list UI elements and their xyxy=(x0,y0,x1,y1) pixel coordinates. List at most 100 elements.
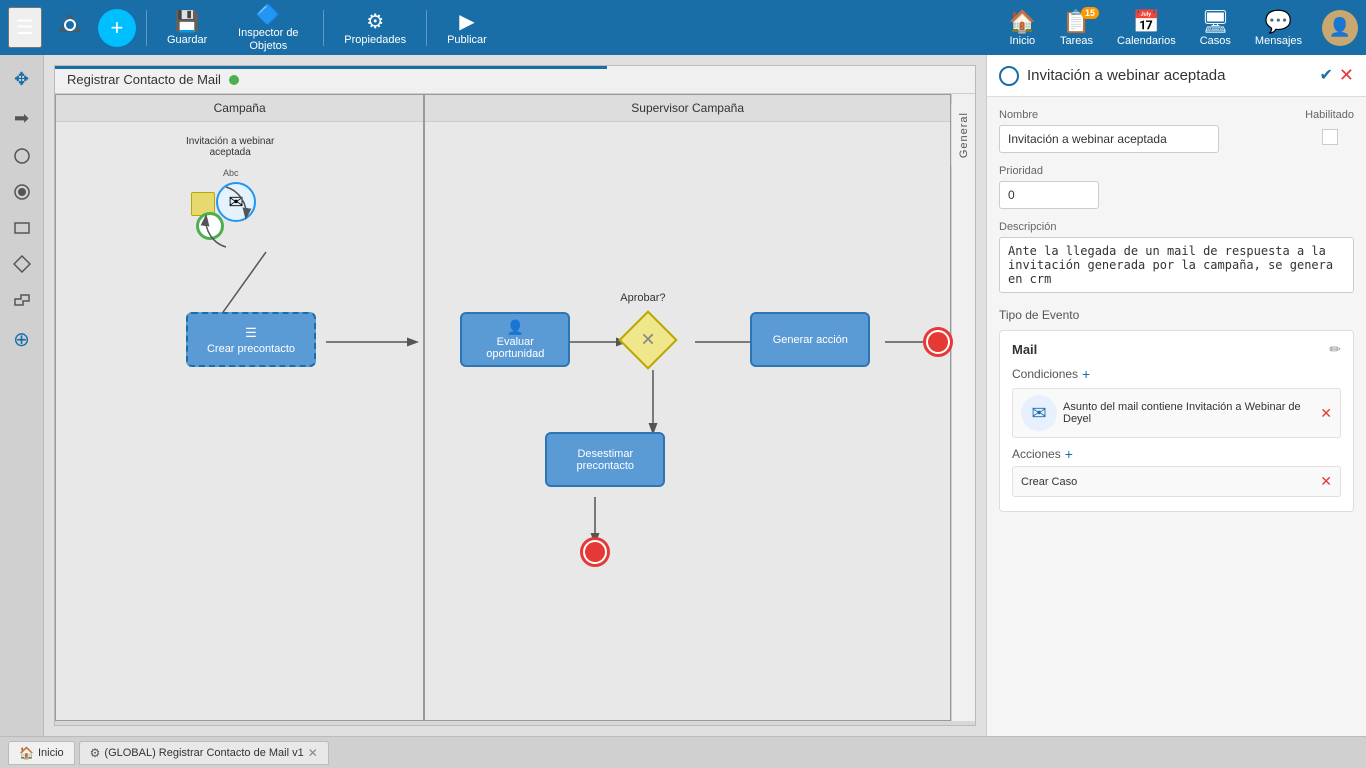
remove-action-button[interactable]: ✕ xyxy=(1320,473,1332,490)
inicio-icon: 🏠 xyxy=(1009,9,1036,35)
mail-condition-icon: ✉ xyxy=(1021,395,1057,431)
swimlane-supervisor-label: Supervisor Campaña xyxy=(425,95,950,122)
gateway-label: Aprobar? xyxy=(620,292,665,304)
event-card-title: Mail xyxy=(1012,342,1037,357)
calendarios-icon: 📅 xyxy=(1133,9,1160,35)
condition-item: ✉ Asunto del mail contiene Invitación a … xyxy=(1012,388,1341,438)
tool-step[interactable] xyxy=(7,285,37,315)
generar-label: Generar acción xyxy=(773,334,848,346)
gateway-x-icon: ✕ xyxy=(641,330,656,351)
global-tab-label: (GLOBAL) Registrar Contacto de Mail v1 xyxy=(104,747,303,759)
acciones-row: Acciones + xyxy=(1012,446,1341,462)
save-label: Guardar xyxy=(167,34,207,46)
nav-calendarios[interactable]: 📅 Calendarios xyxy=(1107,5,1186,51)
descripcion-row: Descripción xyxy=(999,221,1354,296)
nombre-field: Nombre xyxy=(999,109,1293,153)
panel-circle-icon xyxy=(999,66,1019,86)
general-tab-vertical[interactable]: General xyxy=(951,104,976,166)
descripcion-field: Descripción xyxy=(999,221,1354,296)
status-dot xyxy=(229,75,239,85)
tool-rect[interactable] xyxy=(7,213,37,243)
bottom-tab-global[interactable]: ⚙ (GLOBAL) Registrar Contacto de Mail v1… xyxy=(79,741,329,765)
add-action-button[interactable]: + xyxy=(1065,446,1073,462)
prioridad-row: Prioridad xyxy=(999,165,1354,209)
toolbar-right: 🏠 Inicio 15 📋 Tareas 📅 Calendarios 🖥 Cas… xyxy=(999,5,1358,51)
swimlane-supervisor: Supervisor Campaña xyxy=(424,94,951,721)
inspector-icon: 🔷 xyxy=(256,2,281,27)
loop-arrows xyxy=(186,177,266,257)
crear-node-icons: ☰ xyxy=(245,325,257,341)
descripcion-input[interactable] xyxy=(999,237,1354,293)
properties-icon: ⚙ xyxy=(366,9,384,34)
prioridad-input[interactable] xyxy=(999,181,1099,209)
remove-condition-button[interactable]: ✕ xyxy=(1320,405,1332,422)
nombre-input[interactable] xyxy=(999,125,1219,153)
edit-icon[interactable]: ✏ xyxy=(1329,341,1341,358)
conditions-row: Condiciones + xyxy=(1012,366,1341,382)
main-container: ✥ ➡ ⊕ Registrar Contacto de Mail xyxy=(0,55,1366,736)
habilitado-checkbox[interactable] xyxy=(1322,129,1338,145)
tool-diamond[interactable] xyxy=(7,249,37,279)
close-global-tab-button[interactable]: ✕ xyxy=(308,746,318,760)
evaluar-node[interactable]: 👤 Evaluar oportunidad xyxy=(460,312,570,367)
swimlane-campana-label: Campaña xyxy=(56,95,423,122)
logo-icon xyxy=(48,5,92,51)
end-event-1 xyxy=(923,327,953,357)
action-item: Crear Caso ✕ xyxy=(1012,466,1341,497)
inspector-action[interactable]: 🔷 Inspector de Objetos xyxy=(223,0,313,57)
panel-actions: ✔ ✕ xyxy=(1320,65,1355,86)
condiciones-label: Condiciones xyxy=(1012,367,1078,381)
publish-label: Publicar xyxy=(447,34,487,46)
add-condition-button[interactable]: + xyxy=(1082,366,1090,382)
arrows-svg-2 xyxy=(425,122,950,717)
add-button[interactable]: + xyxy=(98,9,136,47)
save-action[interactable]: 💾 Guardar xyxy=(157,5,217,50)
publish-action[interactable]: ▶ Publicar xyxy=(437,5,497,50)
tool-move[interactable]: ✥ xyxy=(8,63,35,96)
nav-inicio[interactable]: 🏠 Inicio xyxy=(999,5,1046,51)
tool-arrow[interactable]: ➡ xyxy=(8,102,35,135)
panel-header: Invitación a webinar aceptada ✔ ✕ xyxy=(987,55,1366,97)
desestimar-label: Desestimar precontacto xyxy=(551,448,659,472)
nav-tareas[interactable]: 15 📋 Tareas xyxy=(1050,5,1103,51)
avatar[interactable]: 👤 xyxy=(1322,10,1358,46)
properties-label: Propiedades xyxy=(344,34,406,46)
progress-bar xyxy=(55,66,607,69)
properties-action[interactable]: ⚙ Propiedades xyxy=(334,5,416,50)
sep2 xyxy=(323,10,324,46)
swimlane-container: Campaña xyxy=(55,94,975,721)
generar-node[interactable]: Generar acción xyxy=(750,312,870,367)
nav-casos[interactable]: 🖥 Casos xyxy=(1190,5,1241,51)
end-circle-inner-1 xyxy=(928,332,948,352)
swimlane-supervisor-content: 👤 Evaluar oportunidad Aprobar? ✕ Generar… xyxy=(425,122,950,717)
gateway-diamond[interactable]: ✕ xyxy=(619,310,678,369)
process-title-bar: Registrar Contacto de Mail xyxy=(55,66,975,94)
inv-label: Invitación a webinaraceptada xyxy=(186,136,274,158)
swimlane-campana-content: ✉ Abc Invitación a webinaraceptada xyxy=(56,122,423,717)
panel-close-button[interactable]: ✕ xyxy=(1339,65,1354,86)
tool-add-more[interactable]: ⊕ xyxy=(7,321,36,358)
diagram-canvas[interactable]: Registrar Contacto de Mail Campaña xyxy=(54,65,976,726)
desestimar-node[interactable]: Desestimar precontacto xyxy=(545,432,665,487)
end-circle-inner-2 xyxy=(585,542,605,562)
crear-node[interactable]: ☰ Crear precontacto xyxy=(186,312,316,367)
event-card: Mail ✏ Condiciones + ✉ Asunto del mail c… xyxy=(999,330,1354,512)
menu-button[interactable]: ☰ xyxy=(8,7,42,48)
nav-mensajes[interactable]: 💬 Mensajes xyxy=(1245,5,1312,51)
global-tab-icon: ⚙ xyxy=(90,746,101,760)
panel-title: Invitación a webinar aceptada xyxy=(1027,67,1312,84)
sep3 xyxy=(426,10,427,46)
tool-circle-filled[interactable] xyxy=(7,177,37,207)
bottom-tab-home[interactable]: 🏠 Inicio xyxy=(8,741,75,765)
nombre-row: Nombre Habilitado xyxy=(999,109,1354,153)
sep1 xyxy=(146,10,147,46)
crear-icon: ☰ xyxy=(245,325,257,341)
prioridad-field: Prioridad xyxy=(999,165,1354,209)
mensajes-label: Mensajes xyxy=(1255,35,1302,47)
home-tab-icon: 🏠 xyxy=(19,746,34,760)
mensajes-icon: 💬 xyxy=(1265,9,1292,35)
tool-circle-empty[interactable] xyxy=(7,141,37,171)
casos-icon: 🖥 xyxy=(1201,9,1229,35)
panel-confirm-button[interactable]: ✔ xyxy=(1320,65,1333,86)
condition-text: Asunto del mail contiene Invitación a We… xyxy=(1063,401,1314,425)
